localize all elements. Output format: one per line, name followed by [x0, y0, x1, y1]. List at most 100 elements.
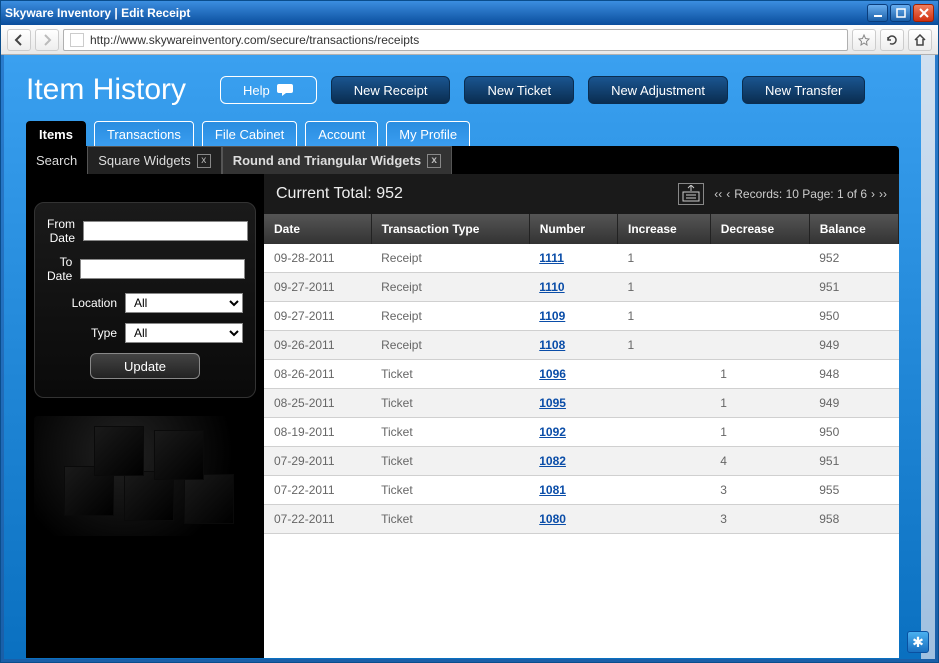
- number-link[interactable]: 1111: [539, 251, 564, 265]
- cell-balance: 958: [809, 505, 898, 534]
- filter-box: From Date To Date Location All Type: [34, 202, 256, 398]
- window-title: Skyware Inventory | Edit Receipt: [5, 6, 190, 20]
- cell-decrease: 1: [710, 418, 809, 447]
- tab-items[interactable]: Items: [26, 121, 86, 147]
- cell-balance: 950: [809, 302, 898, 331]
- close-icon[interactable]: x: [427, 154, 441, 168]
- cell-number: 1081: [529, 476, 617, 505]
- cell-increase: [618, 476, 711, 505]
- cell-date: 09-27-2011: [264, 273, 371, 302]
- col-decrease[interactable]: Decrease: [710, 214, 809, 244]
- url-input[interactable]: http://www.skywareinventory.com/secure/t…: [63, 29, 848, 51]
- from-date-input[interactable]: [83, 221, 248, 241]
- number-link[interactable]: 1108: [539, 338, 565, 352]
- content-scrollbar[interactable]: [921, 55, 935, 659]
- current-total: Current Total: 952: [276, 185, 403, 203]
- to-date-input[interactable]: [80, 259, 245, 279]
- table-row: 07-29-2011Ticket10824951: [264, 447, 899, 476]
- sub-tabs: Search Square Widgets x Round and Triang…: [26, 146, 899, 174]
- number-link[interactable]: 1081: [539, 483, 566, 497]
- number-link[interactable]: 1080: [539, 512, 566, 526]
- col-number[interactable]: Number: [529, 214, 617, 244]
- location-select[interactable]: All: [125, 293, 243, 313]
- help-button[interactable]: Help: [220, 76, 317, 104]
- col-increase[interactable]: Increase: [618, 214, 711, 244]
- cell-date: 08-19-2011: [264, 418, 371, 447]
- from-date-label: From Date: [47, 217, 75, 245]
- new-receipt-button[interactable]: New Receipt: [331, 76, 451, 104]
- tab-my-profile[interactable]: My Profile: [386, 121, 470, 147]
- maximize-button[interactable]: [890, 4, 911, 22]
- tab-account[interactable]: Account: [305, 121, 378, 147]
- cell-decrease: 3: [710, 476, 809, 505]
- cell-date: 07-22-2011: [264, 505, 371, 534]
- cell-balance: 950: [809, 418, 898, 447]
- close-icon[interactable]: x: [197, 154, 211, 168]
- number-link[interactable]: 1096: [539, 367, 566, 381]
- cell-number: 1082: [529, 447, 617, 476]
- col-type[interactable]: Transaction Type: [371, 214, 529, 244]
- number-link[interactable]: 1110: [539, 280, 564, 294]
- cell-date: 09-27-2011: [264, 302, 371, 331]
- data-grid[interactable]: Date Transaction Type Number Increase De…: [264, 214, 899, 658]
- close-button[interactable]: [913, 4, 934, 22]
- cell-decrease: 1: [710, 360, 809, 389]
- update-button[interactable]: Update: [90, 353, 200, 379]
- cell-decrease: [710, 302, 809, 331]
- pager-prev[interactable]: ‹: [726, 187, 730, 201]
- home-button[interactable]: [908, 29, 932, 51]
- page-header: Item History Help New Receipt New Ticket…: [4, 55, 921, 121]
- pager-first[interactable]: ‹‹: [714, 187, 722, 201]
- cell-date: 07-22-2011: [264, 476, 371, 505]
- tab-transactions[interactable]: Transactions: [94, 121, 194, 147]
- reload-button[interactable]: [880, 29, 904, 51]
- panel: Search Square Widgets x Round and Triang…: [26, 146, 899, 658]
- cell-number: 1080: [529, 505, 617, 534]
- col-date[interactable]: Date: [264, 214, 371, 244]
- cell-increase: 1: [618, 302, 711, 331]
- table-row: 07-22-2011Ticket 1080 3958: [264, 505, 899, 534]
- pager-last[interactable]: ››: [879, 187, 887, 201]
- cell-type: Ticket: [371, 505, 529, 534]
- cell-increase: 1: [618, 331, 711, 360]
- cell-number: 1111: [529, 244, 617, 273]
- footer-widget-icon[interactable]: ✱: [907, 631, 929, 653]
- cell-decrease: [710, 244, 809, 273]
- cell-balance: 949: [809, 331, 898, 360]
- tab-file-cabinet[interactable]: File Cabinet: [202, 121, 297, 147]
- cell-type: Receipt: [371, 244, 529, 273]
- back-button[interactable]: [7, 29, 31, 51]
- cell-balance: 951: [809, 447, 898, 476]
- minimize-button[interactable]: [867, 4, 888, 22]
- new-transfer-button[interactable]: New Transfer: [742, 76, 865, 104]
- cell-balance: 955: [809, 476, 898, 505]
- cell-number: 1109: [529, 302, 617, 331]
- cell-number: 1095: [529, 389, 617, 418]
- number-link[interactable]: 1109: [539, 309, 565, 323]
- cell-type: Ticket: [371, 476, 529, 505]
- cell-decrease: 3: [710, 505, 809, 534]
- type-select[interactable]: All: [125, 323, 243, 343]
- subtab-square-widgets[interactable]: Square Widgets x: [87, 146, 222, 174]
- subtab-label: Round and Triangular Widgets: [233, 153, 421, 168]
- help-bubble-icon: [276, 83, 294, 97]
- to-date-label: To Date: [47, 255, 72, 283]
- forward-button[interactable]: [35, 29, 59, 51]
- number-link[interactable]: 1092: [539, 425, 566, 439]
- search-tab[interactable]: Search: [26, 146, 87, 174]
- bookmark-button[interactable]: [852, 29, 876, 51]
- url-text: http://www.skywareinventory.com/secure/t…: [90, 33, 419, 47]
- cell-balance: 948: [809, 360, 898, 389]
- cell-increase: [618, 505, 711, 534]
- subtab-label: Square Widgets: [98, 153, 191, 168]
- new-adjustment-button[interactable]: New Adjustment: [588, 76, 728, 104]
- subtab-round-triangular-widgets[interactable]: Round and Triangular Widgets x: [222, 146, 452, 174]
- new-ticket-button[interactable]: New Ticket: [464, 76, 574, 104]
- number-link[interactable]: 1095: [539, 396, 566, 410]
- number-link[interactable]: 1082: [539, 454, 566, 468]
- export-icon[interactable]: [678, 183, 704, 205]
- table-row: 09-28-2011Receipt11111952: [264, 244, 899, 273]
- pager-next[interactable]: ›: [871, 187, 875, 201]
- col-balance[interactable]: Balance: [809, 214, 898, 244]
- cell-type: Ticket: [371, 447, 529, 476]
